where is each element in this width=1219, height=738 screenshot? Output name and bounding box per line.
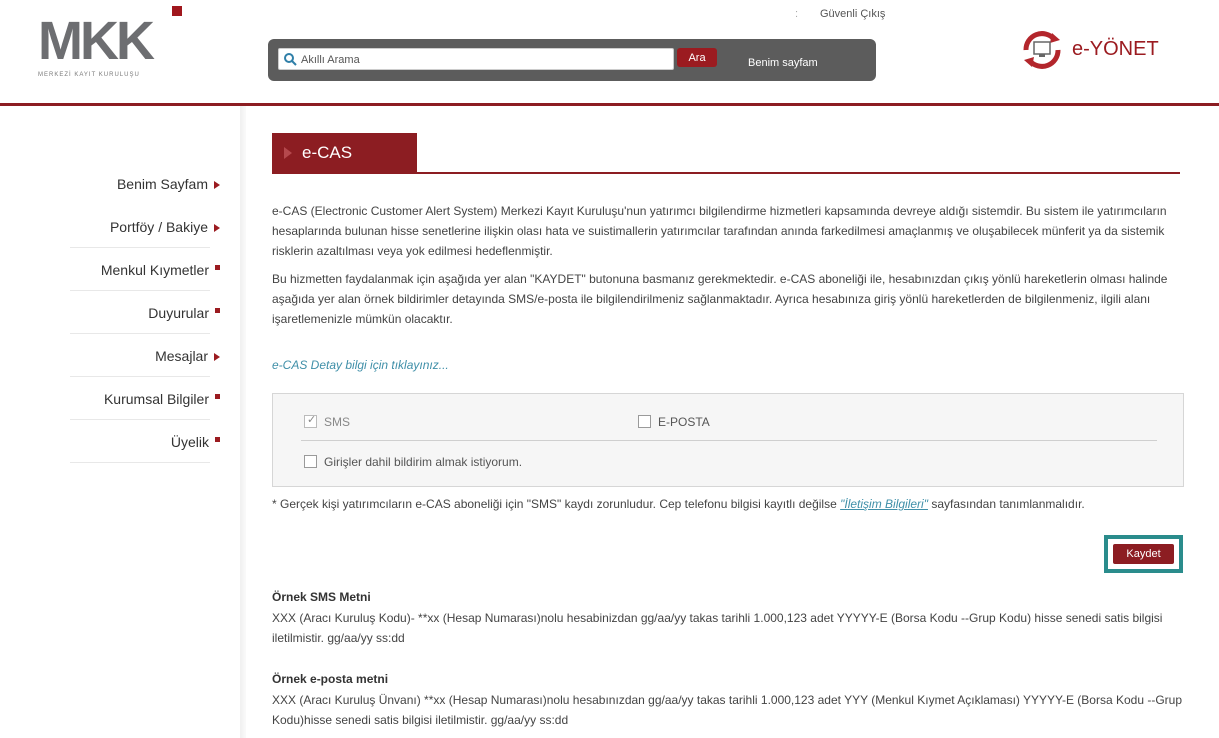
square-bullet-icon [215, 264, 220, 270]
play-arrow-icon [284, 147, 292, 159]
logo-text: MKK [38, 11, 155, 71]
arrow-right-icon [214, 181, 220, 190]
header: MKK MERKEZİ KAYIT KURULUŞU : Güvenli Çık… [0, 0, 1219, 104]
e-yonet-link[interactable]: e-YÖNET [1020, 28, 1180, 74]
email-checkbox[interactable] [638, 415, 651, 428]
options-divider [301, 440, 1157, 441]
logout-link[interactable]: Güvenli Çıkış [820, 8, 885, 20]
mkk-logo[interactable]: MKK MERKEZİ KAYIT KURULUŞU [38, 6, 188, 84]
sms-label: SMS [324, 415, 351, 429]
my-page-link[interactable]: Benim sayfam [748, 57, 818, 69]
notification-options-panel: ✓ SMS E-POSTA Girişler dahil bildirim al… [272, 393, 1184, 487]
sidebar-separator [70, 462, 210, 463]
sidebar-item-label: Kurumsal Bilgiler [103, 391, 209, 407]
sms-example-body: XXX (Aracı Kuruluş Kodu)- **xx (Hesap Nu… [272, 611, 1163, 645]
sidebar-shadow [240, 106, 246, 738]
sidebar-separator [70, 419, 210, 420]
sms-requirement-note: * Gerçek kişi yatırımcıların e-CAS abone… [272, 494, 1182, 514]
detail-info-link[interactable]: e-CAS Detay bilgi için tıklayınız... [272, 358, 449, 372]
square-bullet-icon [215, 393, 220, 399]
logo-accent-square [172, 6, 182, 16]
contact-info-link[interactable]: "İletişim Bilgileri" [840, 497, 928, 511]
arrow-right-icon [214, 353, 220, 362]
sidebar-item-label: Üyelik [170, 434, 209, 450]
arrow-right-icon [214, 224, 220, 233]
search-bar: Ara Benim sayfam [268, 39, 876, 81]
email-example-body: XXX (Aracı Kuruluş Ünvanı) **xx (Hesap N… [272, 693, 1182, 727]
e-yonet-icon [1023, 31, 1061, 69]
sidebar-item-duyurular[interactable]: Duyurular [20, 305, 220, 321]
square-bullet-icon [215, 436, 220, 442]
email-label: E-POSTA [658, 415, 710, 429]
intro-paragraph: e-CAS (Electronic Customer Alert System)… [272, 204, 1167, 258]
sidebar-separator [70, 247, 210, 248]
sidebar-item-portfoy-bakiye[interactable]: Portföy / Bakiye [20, 219, 220, 235]
email-example-title: Örnek e-posta metni [272, 672, 389, 686]
sidebar-item-label: Portföy / Bakiye [109, 219, 208, 235]
search-icon [284, 53, 297, 66]
section-header-tab: e-CAS [272, 133, 417, 173]
sidebar-separator [70, 290, 210, 291]
sidebar-item-mesajlar[interactable]: Mesajlar [20, 348, 220, 364]
sidebar-item-kurumsal-bilgiler[interactable]: Kurumsal Bilgiler [20, 391, 220, 407]
sms-example-title: Örnek SMS Metni [272, 590, 371, 604]
section-underline [272, 172, 1180, 174]
square-bullet-icon [215, 307, 220, 313]
sidebar-separator [70, 333, 210, 334]
checkmark-icon: ✓ [307, 414, 317, 426]
sidebar-nav: Benim Sayfam Portföy / Bakiye Menkul Kıy… [0, 106, 240, 738]
top-separator: : [795, 8, 799, 20]
sidebar-item-label: Mesajlar [155, 348, 208, 364]
sidebar-item-label: Menkul Kıymetler [100, 262, 209, 278]
page-title: e-CAS [302, 143, 353, 162]
save-button[interactable]: Kaydet [1113, 544, 1174, 564]
sidebar-separator [70, 376, 210, 377]
sidebar-item-label: Duyurular [148, 305, 209, 321]
note-text: * Gerçek kişi yatırımcıların e-CAS abone… [272, 497, 841, 511]
note-text-suffix: sayfasından tanımlanmalıdır. [927, 497, 1085, 511]
save-button-highlight: Kaydet [1104, 535, 1183, 573]
sidebar-item-label: Benim Sayfam [116, 176, 208, 192]
incoming-label: Girişler dahil bildirim almak istiyorum. [324, 455, 523, 469]
search-button[interactable]: Ara [677, 48, 717, 67]
search-field[interactable] [278, 48, 674, 70]
sidebar-item-menkul-kiymetler[interactable]: Menkul Kıymetler [20, 262, 220, 278]
search-input[interactable] [299, 50, 671, 70]
logo-subtitle: MERKEZİ KAYIT KURULUŞU [38, 72, 140, 78]
sidebar-item-uyelik[interactable]: Üyelik [20, 434, 220, 450]
sidebar-item-benim-sayfam[interactable]: Benim Sayfam [20, 176, 220, 192]
incoming-checkbox[interactable] [304, 455, 317, 468]
e-yonet-label: e-YÖNET [1072, 38, 1159, 60]
sms-checkbox[interactable]: ✓ [304, 414, 317, 428]
instructions-paragraph: Bu hizmetten faydalanmak için aşağıda ye… [272, 272, 1168, 326]
